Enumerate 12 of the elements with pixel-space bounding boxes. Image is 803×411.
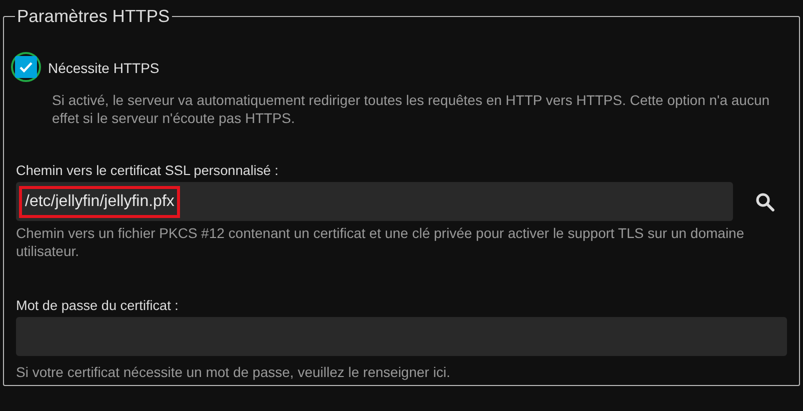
- password-field[interactable]: [16, 317, 787, 356]
- search-icon: [755, 192, 775, 212]
- highlighted-value: /etc/jellyfin/jellyfin.pfx: [19, 186, 180, 218]
- input-field[interactable]: /etc/jellyfin/jellyfin.pfx: [16, 182, 733, 221]
- section-title: Paramètres HTTPS: [16, 6, 171, 27]
- checkbox-label[interactable]: Nécessite HTTPS: [48, 60, 160, 76]
- search-button[interactable]: [755, 192, 775, 212]
- help-text: Si votre certificat nécessite un mot de passe, veuillez le renseigner ici.: [16, 364, 452, 382]
- help-text: Chemin vers un fichier PKCS #12 contenant un certificat et une clé privée pour activer le support TLS sur un domaine utilisateur.: [16, 225, 746, 260]
- field-label: Chemin vers le certificat SSL personnalisé :: [16, 163, 280, 178]
- description: Si activé, le serveur va automatiquement rediriger toutes les requêtes en HTTP vers HTTPS. Cette option n'a aucun effet si le serveur n'écoute pas HTTPS.: [52, 92, 771, 127]
- field-label: Mot de passe du certificat :: [16, 298, 180, 313]
